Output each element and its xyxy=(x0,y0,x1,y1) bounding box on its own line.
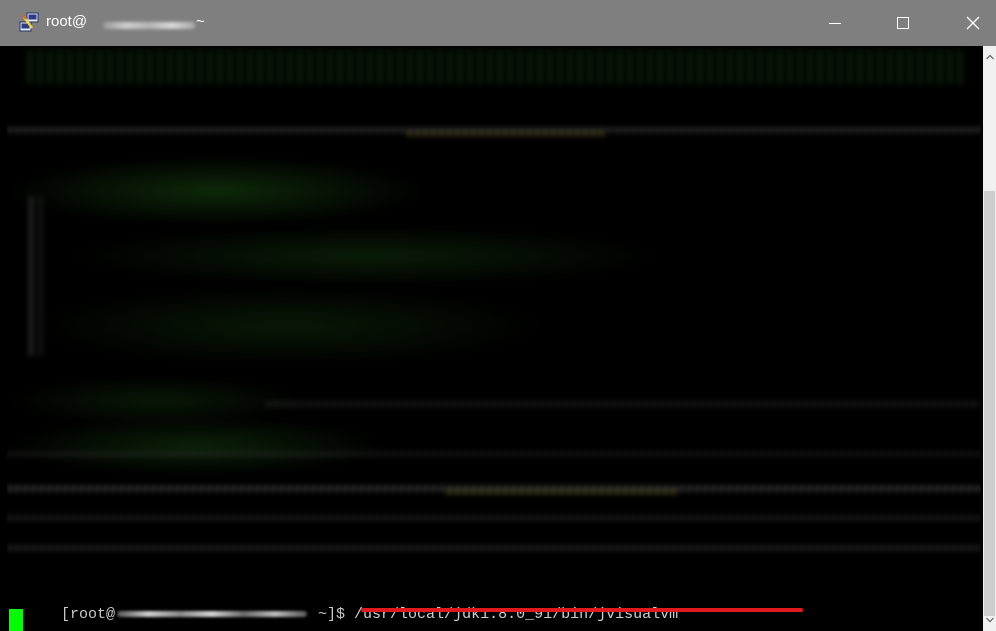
window-title-prefix: root@ xyxy=(46,13,88,30)
red-underline-annotation xyxy=(361,608,803,612)
minimize-icon xyxy=(829,23,841,24)
scroll-down-button[interactable] xyxy=(983,614,996,626)
terminal-cursor xyxy=(9,609,23,631)
redacted-hostname xyxy=(117,611,308,618)
prompt-suffix: ~]$ xyxy=(309,606,355,623)
scrollbar-thumb[interactable] xyxy=(984,191,995,616)
title-bar[interactable]: root@ ~ xyxy=(0,0,996,46)
command-prompt-line: [root@ ~]$ /usr/local/jdk1.8.0_91/bin/jv… xyxy=(7,585,678,623)
close-button[interactable] xyxy=(950,0,996,46)
putty-icon xyxy=(19,12,39,32)
window-title-suffix: ~ xyxy=(196,13,205,30)
redacted-hostname xyxy=(103,22,195,29)
scroll-up-button[interactable] xyxy=(983,51,996,63)
close-icon xyxy=(966,16,980,30)
scroll-up-icon xyxy=(985,54,994,60)
prompt-prefix: [root@ xyxy=(61,606,116,623)
scroll-down-icon xyxy=(985,617,994,623)
vertical-scrollbar[interactable] xyxy=(983,46,996,631)
maximize-button[interactable] xyxy=(880,0,926,46)
minimize-button[interactable] xyxy=(812,0,858,46)
maximize-icon xyxy=(897,17,909,29)
putty-window: root@ ~ [root@ ~]$ /usr/local/jdk1.8.0_9… xyxy=(0,0,996,631)
terminal-area[interactable]: [root@ ~]$ /usr/local/jdk1.8.0_91/bin/jv… xyxy=(7,46,981,631)
blurred-terminal-output xyxy=(7,46,981,591)
